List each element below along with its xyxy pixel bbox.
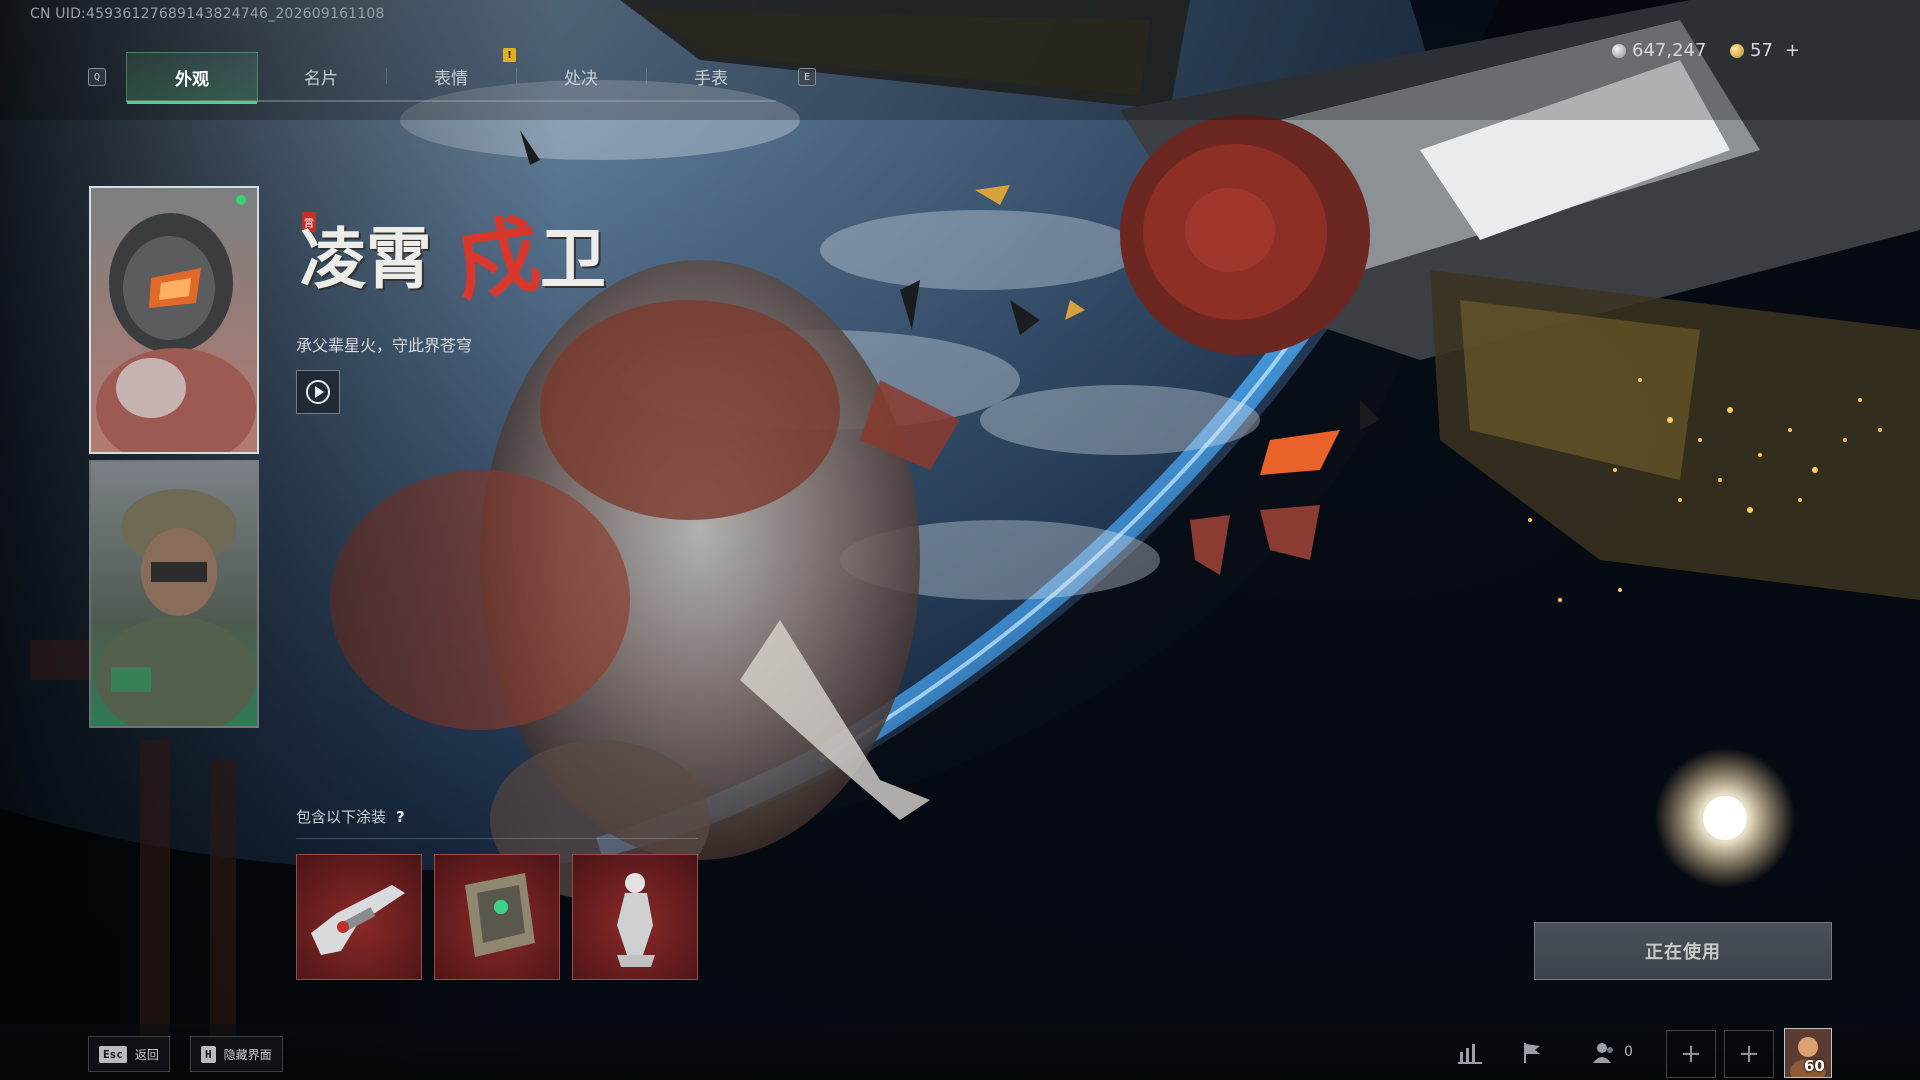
skin-title-logo: 霄 凌霄 戍 卫 — [300, 200, 630, 314]
device-icon — [465, 873, 535, 957]
help-icon[interactable]: ? — [396, 808, 405, 826]
figure-skin-tile[interactable] — [572, 854, 698, 980]
operator-card-selected[interactable] — [89, 186, 259, 454]
premium-currency[interactable]: 57 + — [1730, 40, 1800, 61]
skin-subtitle: 承父辈星火，守此界苍穹 — [296, 336, 473, 355]
skin-title-part3: 卫 — [540, 220, 606, 298]
rifle-icon — [311, 885, 405, 955]
gadget-skin-tile[interactable] — [434, 854, 560, 980]
operator-portrait-soldier — [91, 462, 257, 726]
party-count: 0 — [1624, 1044, 1633, 1060]
tab-execution[interactable]: 处决 — [516, 52, 646, 100]
tab-emote[interactable]: 表情 — [386, 52, 516, 100]
primary-currency-amount: 647,247 — [1632, 40, 1707, 61]
included-skins-label: 包含以下涂装 — [296, 808, 387, 826]
figure-icon — [617, 873, 655, 967]
add-party-slot-2[interactable]: + — [1724, 1030, 1774, 1078]
gold-coin-icon — [1730, 43, 1744, 58]
party-users-icon — [1593, 1043, 1613, 1063]
operator-card[interactable] — [89, 460, 259, 728]
flag-icon — [1524, 1043, 1540, 1063]
skin-title-part1: 凌霄 — [300, 220, 432, 298]
silver-coin-icon — [1612, 43, 1626, 58]
tab-appearance[interactable]: 外观 — [126, 52, 258, 104]
play-preview-button[interactable] — [296, 370, 340, 414]
section-divider — [296, 838, 698, 839]
tab-watch[interactable]: 手表 — [646, 52, 776, 100]
weapon-skin-tile[interactable] — [296, 854, 422, 980]
back-label: 返回 — [134, 1047, 159, 1062]
new-item-alert-badge: ! — [503, 48, 516, 62]
user-uid-text: CN UID:45936127689143824746_202609161108 — [30, 6, 385, 22]
skin-title-part2: 戍 — [449, 203, 547, 314]
mission-button[interactable] — [1512, 1036, 1552, 1070]
play-icon — [306, 380, 330, 404]
back-button[interactable]: Esc 返回 — [88, 1036, 170, 1072]
category-tab-bar: 外观 名片 表情 处决 手表 — [126, 52, 776, 104]
operator-portrait-armored — [91, 188, 257, 452]
bar-chart-icon — [1458, 1044, 1482, 1064]
hide-ui-button[interactable]: H 隐藏界面 — [190, 1036, 283, 1072]
hide-ui-label: 隐藏界面 — [223, 1047, 272, 1062]
premium-currency-amount: 57 — [1750, 40, 1773, 61]
prev-tab-key-hint[interactable]: Q — [88, 68, 106, 86]
included-skins-header: 包含以下涂装 ? — [296, 806, 405, 827]
add-party-slot-1[interactable]: + — [1666, 1030, 1716, 1078]
party-button[interactable] — [1584, 1036, 1624, 1070]
tab-namecard[interactable]: 名片 — [256, 52, 386, 100]
back-key-hint: Esc — [99, 1045, 127, 1063]
next-tab-key-hint[interactable]: E — [798, 68, 816, 86]
player-level: 60 — [1804, 1057, 1825, 1075]
space-scene-background — [0, 0, 1920, 1080]
hide-key-hint: H — [201, 1045, 216, 1063]
primary-currency[interactable]: 647,247 — [1612, 40, 1706, 61]
stats-button[interactable] — [1450, 1036, 1490, 1070]
in-use-button[interactable]: 正在使用 — [1534, 922, 1832, 980]
add-currency-button[interactable]: + — [1785, 40, 1800, 61]
